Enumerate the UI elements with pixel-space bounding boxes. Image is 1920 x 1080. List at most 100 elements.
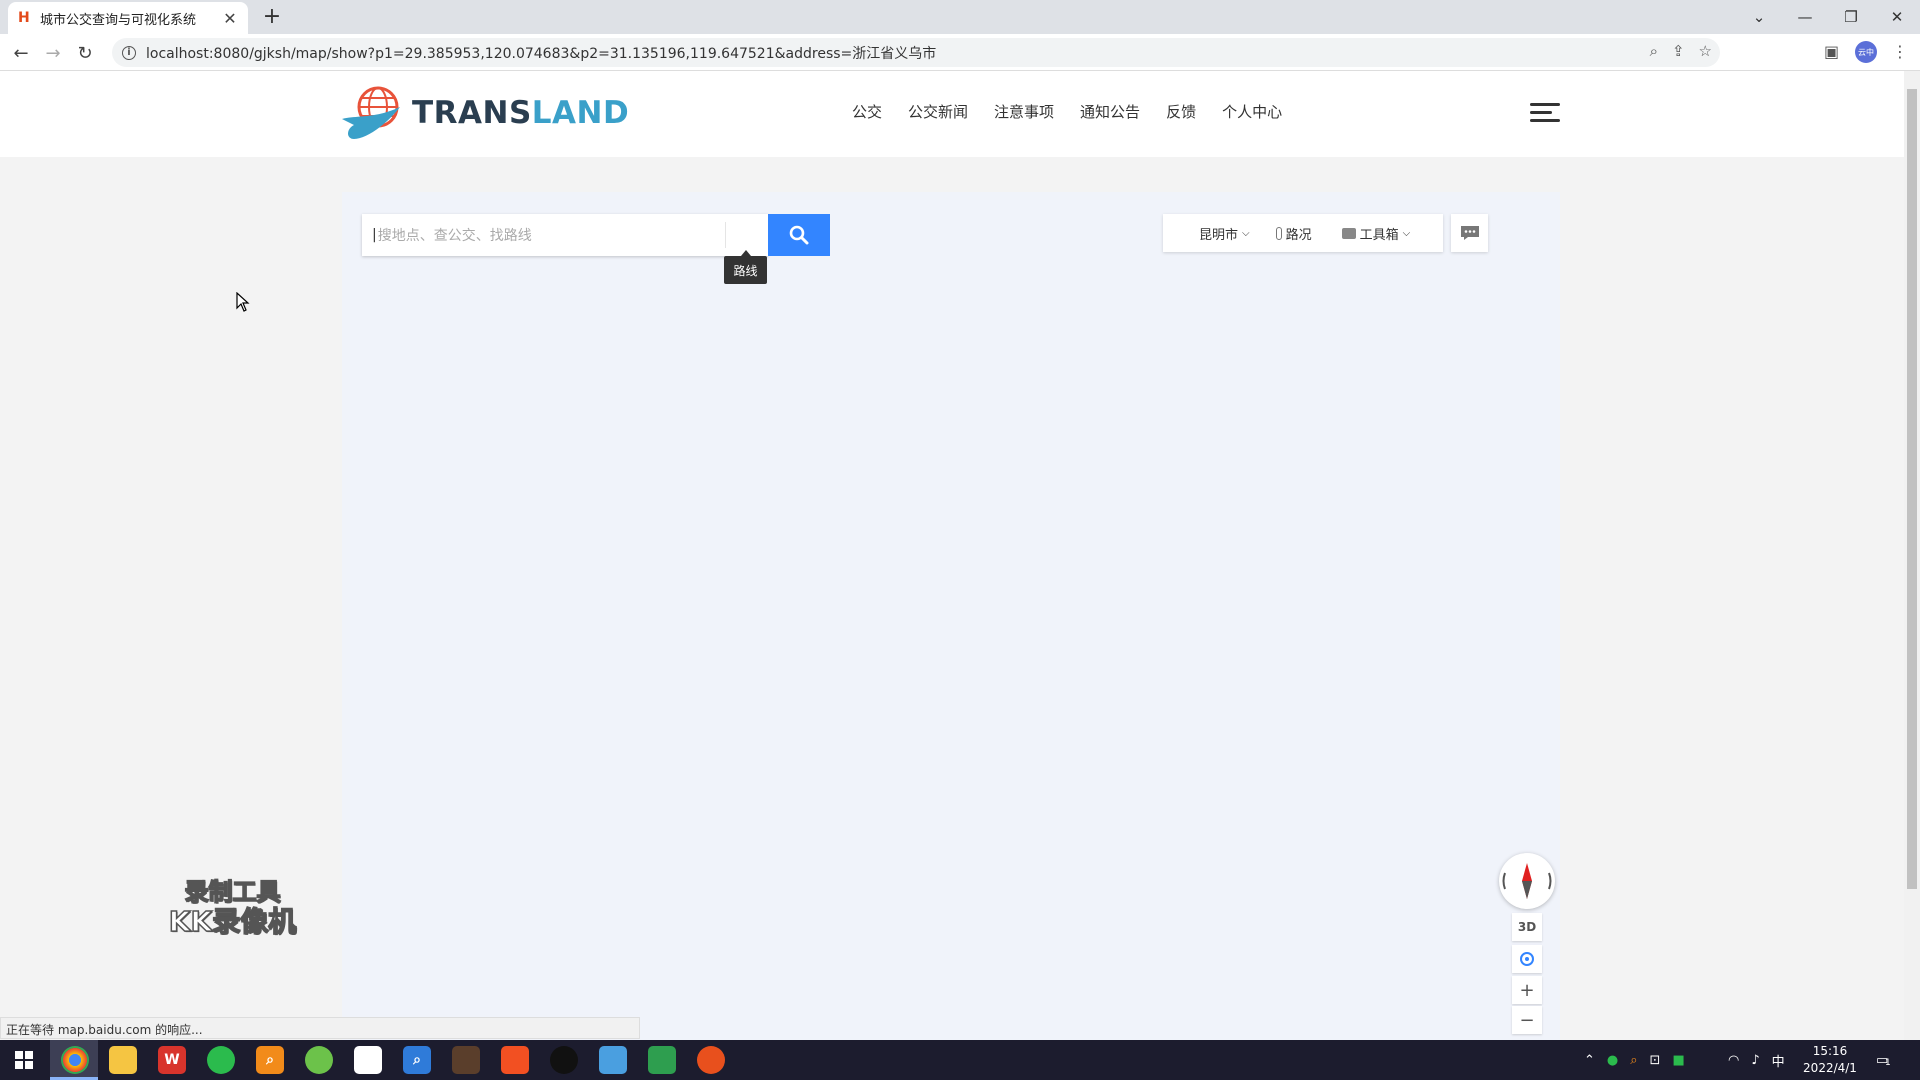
browser-tab-bar: H 城市公交查询与可视化系统 ✕ + ⌄ — ❐ ✕ [0,0,1920,34]
notification-center[interactable]: ▭ 1 [1876,1040,1891,1080]
logo-wordmark: TRANSLAND [412,95,630,131]
wps-icon[interactable]: W [158,1046,186,1074]
volume-icon[interactable]: ♪ [1751,1053,1759,1068]
search-icon [789,225,809,245]
tab-title: 城市公交查询与可视化系统 [40,12,197,28]
site-header: TRANSLAND 公交 公交新闻 注意事项 通知公告 反馈 个人中心 [0,71,1904,157]
clock-time: 15:16 [1812,1044,1848,1058]
site-favicon-icon: H [18,10,30,26]
windows-start-icon[interactable] [10,1046,38,1074]
side-panel-icon[interactable]: ▣ [1824,42,1839,61]
restore-button[interactable]: ❐ [1828,0,1874,34]
3d-view-button[interactable]: 3D [1512,913,1542,941]
close-window-button[interactable]: ✕ [1874,0,1920,34]
locate-icon [1520,952,1534,966]
chrome-icon[interactable] [61,1046,89,1074]
windows-taskbar: W ⌕ ⌕ ⌃ ● ⌕ ⊡ ■ ◠ ♪ 中 15:16 2022/4/1 ▭ 1 [0,1040,1920,1080]
globe-logo-icon [340,85,408,141]
green-app-icon[interactable] [305,1046,333,1074]
browser-toolbar: ← → ↻ i localhost:8080/gjksh/map/show?p1… [0,34,1920,71]
page-scrollbar[interactable] [1904,71,1920,1040]
chevron-down-icon: ⌵ [1402,227,1411,239]
baidu-netdisk-icon[interactable] [354,1046,382,1074]
scrollbar-thumb[interactable] [1907,89,1917,889]
back-button[interactable]: ← [8,40,34,66]
notepad-icon[interactable] [599,1046,627,1074]
tray-wechat-icon[interactable]: ● [1607,1053,1618,1068]
tray-network-app-icon[interactable]: ⊡ [1650,1053,1661,1068]
mouse-cursor-icon [236,291,250,316]
browser-status-bar: 正在等待 map.baidu.com 的响应... [0,1017,640,1039]
notification-icon: ▭ 1 [1876,1052,1891,1068]
magnifier-app-icon[interactable]: ⌕ [403,1046,431,1074]
toolbox-dropdown[interactable]: 工具箱 ⌵ [1341,224,1411,243]
toolbox-label: 工具箱 [1359,227,1399,243]
watermark-line2: KK录像机 [168,905,297,939]
transland-logo[interactable]: TRANSLAND [340,85,629,141]
map-search-input[interactable]: | 搜地点、查公交、找路线 [362,214,768,256]
nav-item-feedback[interactable]: 反馈 [1166,101,1196,122]
red-app-icon[interactable] [501,1046,529,1074]
city-selector[interactable]: 昆明市 ⌵ [1199,224,1250,243]
qq-icon[interactable] [550,1046,578,1074]
compass-control[interactable] [1499,853,1555,909]
hamburger-menu-icon[interactable] [1530,103,1560,125]
nav-item-notes[interactable]: 注意事项 [994,101,1054,122]
notification-count: 1 [1885,1057,1891,1068]
nav-item-bus[interactable]: 公交 [852,101,882,122]
share-icon[interactable]: ⇪ [1672,42,1685,60]
toolbox-icon [1341,227,1356,239]
chevron-down-icon: ⌵ [1242,227,1250,239]
tab-close-icon[interactable]: ✕ [222,9,238,28]
tab-search-icon[interactable]: ⌄ [1736,0,1782,34]
reload-button[interactable]: ↻ [72,40,98,66]
profile-avatar[interactable]: 云中 [1855,41,1877,63]
file-explorer-icon[interactable] [109,1046,137,1074]
map-toolbar: 昆明市 ⌵ 路况 工具箱 ⌵ [1163,214,1443,252]
zoom-in-button[interactable]: + [1512,976,1542,1004]
map-search-button[interactable] [768,214,830,256]
locate-button[interactable] [1512,945,1542,973]
game-app-icon[interactable] [452,1046,480,1074]
clock-date: 2022/4/1 [1803,1061,1857,1075]
map-canvas[interactable] [342,192,1560,1040]
route-tooltip: 路线 [724,250,767,284]
watermark-line1: 录制工具 [184,877,282,907]
wechat-icon[interactable] [207,1046,235,1074]
route-divider [725,222,726,248]
nav-item-bus-news[interactable]: 公交新闻 [908,101,968,122]
ime-indicator[interactable]: 中 [1772,1051,1785,1070]
main-nav: 公交 公交新闻 注意事项 通知公告 反馈 个人中心 [852,101,1308,122]
address-bar[interactable]: i localhost:8080/gjksh/map/show?p1=29.38… [112,38,1720,67]
city-label: 昆明市 [1199,227,1239,243]
new-tab-button[interactable]: + [260,5,284,29]
forward-button[interactable]: → [40,40,66,66]
zoom-icon[interactable]: ⌕ [1650,42,1658,60]
spreadsheet-icon[interactable] [648,1046,676,1074]
site-info-icon[interactable]: i [122,45,136,60]
tray-expand-icon[interactable]: ⌃ [1584,1053,1595,1068]
compass-icon [1502,863,1552,899]
browser-tab[interactable]: H 城市公交查询与可视化系统 ✕ [8,2,248,34]
system-indicators: ◠ ♪ 中 [1728,1040,1785,1080]
browser-menu-icon[interactable]: ⋮ [1892,42,1908,61]
traffic-light-icon [1275,226,1282,240]
nav-item-notices[interactable]: 通知公告 [1080,101,1140,122]
search-placeholder: 搜地点、查公交、找路线 [377,228,532,244]
minimize-button[interactable]: — [1782,0,1828,34]
system-clock[interactable]: 15:16 2022/4/1 [1798,1043,1862,1077]
zoom-out-button[interactable]: − [1512,1006,1542,1034]
system-tray: ⌃ ● ⌕ ⊡ ■ [1584,1040,1685,1080]
wifi-icon[interactable]: ◠ [1728,1053,1739,1068]
url-text: localhost:8080/gjksh/map/show?p1=29.3859… [146,45,937,62]
recorder-watermark: 录制工具 KK录像机 [160,877,305,939]
nav-item-profile[interactable]: 个人中心 [1222,101,1282,122]
tray-green-app-icon[interactable]: ■ [1672,1053,1684,1068]
recorder-app-icon[interactable] [697,1046,725,1074]
bookmark-star-icon[interactable]: ☆ [1699,42,1712,60]
message-button[interactable] [1451,214,1488,252]
message-icon [1460,226,1479,240]
tray-search-icon[interactable]: ⌕ [1630,1053,1637,1068]
search-app-icon[interactable]: ⌕ [256,1046,284,1074]
traffic-toggle[interactable]: 路况 [1275,224,1312,243]
